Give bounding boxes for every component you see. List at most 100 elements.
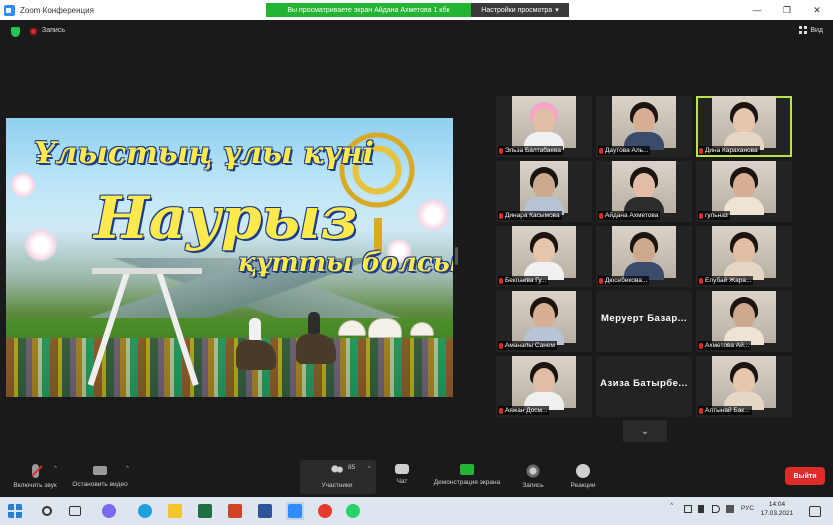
swing-beam (92, 268, 202, 274)
participants-label: Участники (321, 482, 353, 489)
participant-face (733, 368, 755, 394)
windows-start-icon[interactable] (6, 502, 24, 520)
participant-name-label: Дина Караханова (698, 146, 760, 155)
shared-screen: Ұлыстың ұлы күні Наурыз құтты болсын! (6, 118, 453, 397)
participant-tile[interactable]: Эльза Балтабаева (496, 96, 592, 157)
search-icon[interactable] (38, 502, 56, 520)
clock-date: 17.03.2021 (760, 510, 794, 517)
battery-icon[interactable] (698, 505, 704, 513)
powerpoint-icon[interactable] (226, 502, 244, 520)
grid-icon (799, 26, 808, 34)
shield-icon[interactable] (11, 27, 20, 37)
participant-face (533, 368, 555, 394)
participant-tile[interactable]: Динара Касымова (496, 161, 592, 222)
crowd-illustration (6, 338, 453, 397)
participant-tile[interactable]: Ахметова Ай... (696, 291, 792, 352)
cortana-icon[interactable] (100, 502, 118, 520)
recording-label: Запись (42, 27, 65, 34)
view-options-button[interactable]: Настройки просмотра ▾ (471, 3, 569, 17)
chat-button[interactable]: Чат (390, 460, 414, 494)
view-options-label: Настройки просмотра (481, 6, 553, 14)
next-page-button[interactable]: ⌄ (623, 420, 667, 442)
chat-icon (395, 464, 409, 474)
participant-name-large: Азиза Батырбе... (600, 378, 688, 389)
keyboard-icon[interactable] (726, 505, 734, 513)
participant-name-label: Ахметова Ай... (698, 341, 752, 350)
participant-tile[interactable]: Елубай Жара... (696, 226, 792, 287)
word-icon[interactable] (256, 502, 274, 520)
leave-meeting-button[interactable]: Выйти (785, 467, 825, 485)
participant-tile[interactable]: Азиза Батырбе... (596, 356, 692, 417)
meeting-top-strip (0, 20, 833, 42)
language-indicator[interactable]: РУС (741, 505, 754, 512)
file-explorer-icon[interactable] (166, 502, 184, 520)
horse-illustration (296, 334, 336, 364)
flower-icon (24, 228, 58, 262)
minimize-button[interactable]: — (742, 0, 772, 20)
participant-name-label: Алтынай Бак... (698, 406, 752, 415)
record-label: Запись (522, 482, 544, 489)
participant-tile[interactable]: Дюсебекова... (596, 226, 692, 287)
stop-video-button[interactable]: Остановить видео (68, 460, 132, 494)
zoom-taskbar-icon[interactable] (286, 502, 304, 520)
share-screen-icon (460, 464, 474, 475)
record-button[interactable]: Запись (516, 460, 550, 494)
microphone-muted-icon (499, 277, 503, 284)
microphone-muted-icon (699, 277, 703, 284)
chat-label: Чат (396, 478, 408, 485)
microphone-muted-icon (499, 147, 503, 154)
chevron-down-icon: ▾ (555, 7, 559, 14)
volume-icon[interactable] (712, 505, 720, 513)
horse-illustration (236, 340, 276, 370)
participant-tile[interactable]: Айдана Ахметова (596, 161, 692, 222)
microphone-muted-icon (699, 407, 703, 414)
stop-video-label: Остановить видео (72, 481, 128, 488)
participant-name-label: Даутова Аль... (598, 146, 651, 155)
edge-browser-icon[interactable] (136, 502, 154, 520)
participant-tile[interactable]: Даутова Аль... (596, 96, 692, 157)
clock-time: 14:04 (768, 501, 786, 508)
participant-face (533, 238, 555, 264)
participant-name-large: Меруерт Базар... (600, 313, 688, 324)
participant-tile[interactable]: Дина Караханова (696, 96, 792, 157)
maximize-button[interactable]: ❐ (772, 0, 802, 20)
participant-tile[interactable]: гульназ (696, 161, 792, 222)
participant-tile[interactable]: Бекпаева Гу... (496, 226, 592, 287)
share-screen-button[interactable]: Демонстрация экрана (428, 460, 506, 494)
excel-icon[interactable] (196, 502, 214, 520)
microphone-muted-icon (499, 407, 503, 414)
audio-options-caret[interactable]: ^ (54, 466, 57, 472)
splitter-handle[interactable] (455, 247, 458, 265)
task-view-icon[interactable] (66, 502, 84, 520)
participant-face (633, 173, 655, 199)
participant-name: Ахметова Ай... (705, 342, 750, 349)
microphone-muted-icon (699, 212, 703, 219)
notifications-icon[interactable] (806, 502, 824, 520)
participant-tile[interactable]: Меруерт Базар... (596, 291, 692, 352)
video-camera-icon (93, 466, 107, 475)
taskbar-clock[interactable]: 14:04 17.03.2021 (758, 500, 796, 518)
yandex-browser-icon[interactable] (316, 502, 334, 520)
participant-body (724, 197, 764, 215)
reactions-button[interactable]: Реакции (565, 460, 601, 494)
participant-tile[interactable]: Аяжан Досм... (496, 356, 592, 417)
participant-name-label: Бекпаева Гу... (498, 276, 549, 285)
participants-options-caret[interactable]: ^ (368, 466, 371, 472)
show-hidden-icons[interactable]: ^ (670, 502, 673, 509)
close-button[interactable]: ✕ (802, 0, 832, 20)
view-button[interactable]: Вид (799, 26, 823, 34)
participant-tile[interactable]: Алтынай Бак... (696, 356, 792, 417)
participant-name: Даутова Аль... (605, 147, 649, 154)
participant-name: гульназ (705, 212, 728, 219)
video-options-caret[interactable]: ^ (126, 466, 129, 472)
participants-count: 85 (348, 464, 356, 471)
participant-tile[interactable]: Аманалы Санем (496, 291, 592, 352)
participant-face (733, 238, 755, 264)
participant-face (533, 173, 555, 199)
participant-face (633, 238, 655, 264)
reactions-label: Реакции (570, 482, 596, 489)
network-icon[interactable] (684, 505, 692, 513)
record-icon (526, 464, 540, 478)
whatsapp-icon[interactable] (344, 502, 362, 520)
emblem-stem (374, 218, 382, 252)
